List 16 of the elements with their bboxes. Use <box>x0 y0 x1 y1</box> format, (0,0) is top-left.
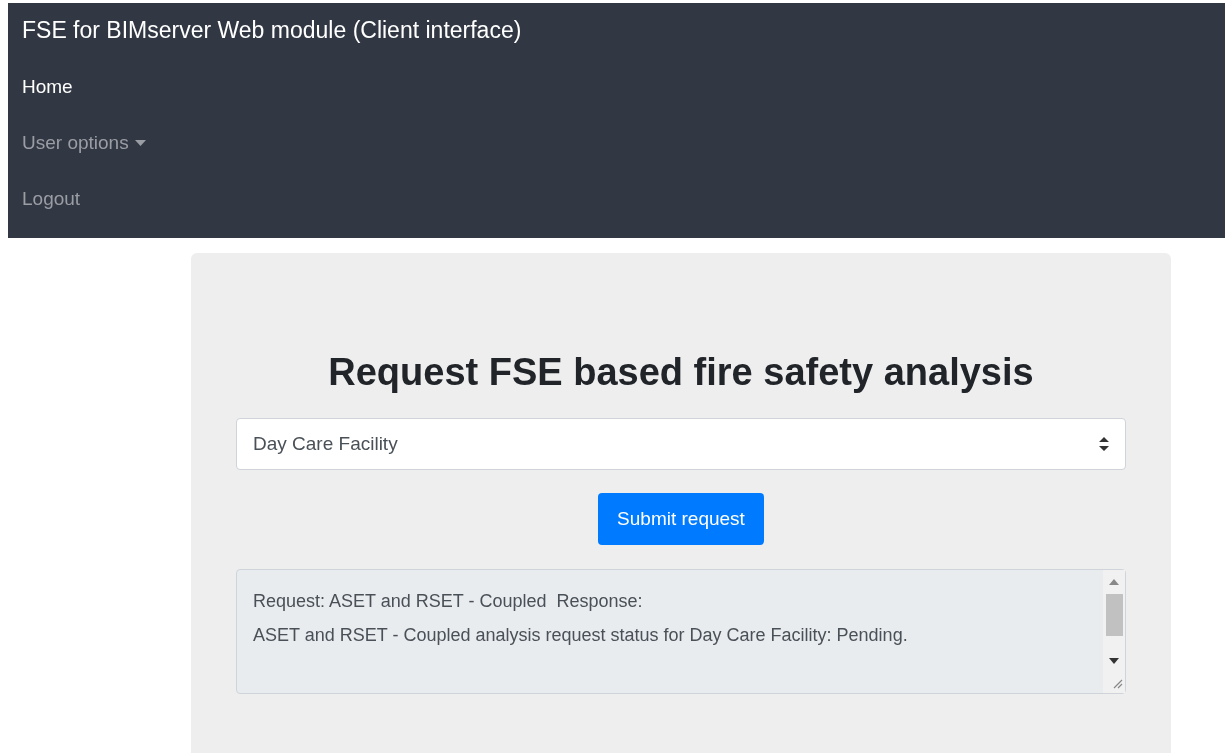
sort-arrows-icon <box>1099 436 1109 452</box>
submit-button[interactable]: Submit request <box>598 493 764 545</box>
nav-link[interactable]: User options <box>22 130 146 156</box>
scroll-up-icon[interactable] <box>1109 579 1119 585</box>
resize-grip-icon[interactable] <box>1111 677 1123 689</box>
scrollbar[interactable] <box>1103 570 1125 693</box>
brand-title[interactable]: FSE for BIMserver Web module (Client interface) <box>22 17 522 44</box>
facility-select[interactable]: Day Care Facility <box>236 418 1126 470</box>
nav-link[interactable]: Logout <box>22 186 81 212</box>
scroll-thumb[interactable] <box>1105 594 1123 636</box>
response-text: Request: ASET and RSET - Coupled Response: ASET and RSET - Coupled analysis request status for Day Care Facility: Pending. <box>253 590 909 647</box>
caret-icon <box>134 140 146 146</box>
response-field[interactable]: Request: ASET and RSET - Coupled Response: ASET and RSET - Coupled analysis request status for Day Care Facility: Pending. <box>236 569 1126 694</box>
scroll-down-icon[interactable] <box>1109 658 1119 664</box>
nav-link[interactable]: Home <box>22 74 73 100</box>
page-heading: Request FSE based fire safety analysis <box>328 350 1034 395</box>
